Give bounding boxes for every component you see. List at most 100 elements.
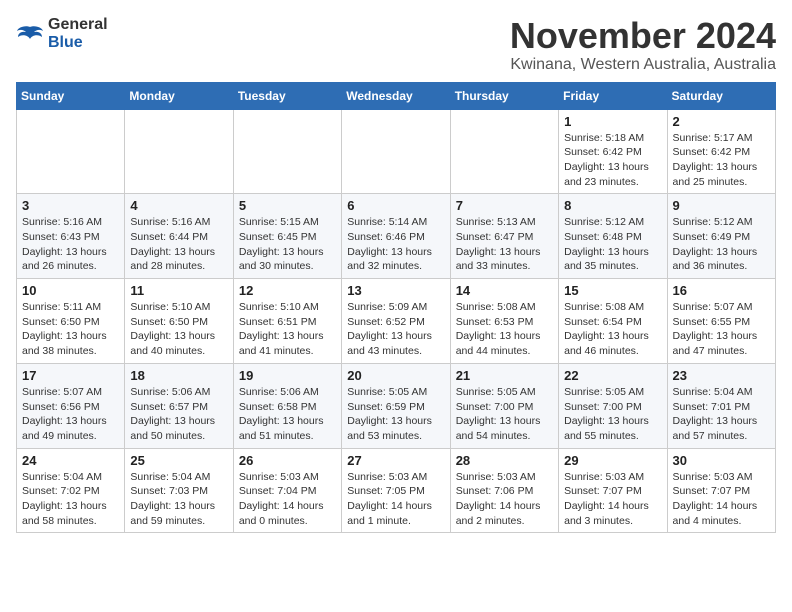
day-detail: Sunrise: 5:05 AM Sunset: 7:00 PM Dayligh… (456, 385, 553, 444)
day-detail: Sunrise: 5:08 AM Sunset: 6:53 PM Dayligh… (456, 300, 553, 359)
day-cell: 10 Sunrise: 5:11 AM Sunset: 6:50 PM Dayli… (17, 279, 125, 364)
day-cell: 5 Sunrise: 5:15 AM Sunset: 6:45 PM Daylig… (233, 194, 341, 279)
day-cell: 21 Sunrise: 5:05 AM Sunset: 7:00 PM Dayli… (450, 363, 558, 448)
day-number: 13 (347, 283, 444, 298)
day-detail: Sunrise: 5:17 AM Sunset: 6:42 PM Dayligh… (673, 131, 770, 190)
day-detail: Sunrise: 5:03 AM Sunset: 7:04 PM Dayligh… (239, 470, 336, 529)
col-header-friday: Friday (559, 82, 667, 109)
day-detail: Sunrise: 5:04 AM Sunset: 7:02 PM Dayligh… (22, 470, 119, 529)
day-detail: Sunrise: 5:06 AM Sunset: 6:57 PM Dayligh… (130, 385, 227, 444)
day-cell (125, 109, 233, 194)
day-number: 8 (564, 198, 661, 213)
week-row-2: 3 Sunrise: 5:16 AM Sunset: 6:43 PM Daylig… (17, 194, 776, 279)
week-row-1: 1 Sunrise: 5:18 AM Sunset: 6:42 PM Daylig… (17, 109, 776, 194)
day-number: 29 (564, 453, 661, 468)
day-number: 11 (130, 283, 227, 298)
day-detail: Sunrise: 5:07 AM Sunset: 6:55 PM Dayligh… (673, 300, 770, 359)
day-detail: Sunrise: 5:04 AM Sunset: 7:03 PM Dayligh… (130, 470, 227, 529)
day-cell (233, 109, 341, 194)
week-row-5: 24 Sunrise: 5:04 AM Sunset: 7:02 PM Dayli… (17, 448, 776, 533)
month-title: November 2024 (510, 16, 776, 56)
header-row: SundayMondayTuesdayWednesdayThursdayFrid… (17, 82, 776, 109)
day-cell: 4Sunrise: 5:16 AM Sunset: 6:44 PM Daylig… (125, 194, 233, 279)
day-detail: Sunrise: 5:16 AM Sunset: 6:43 PM Dayligh… (22, 215, 119, 274)
day-number: 3 (22, 198, 119, 213)
day-number: 5 (239, 198, 336, 213)
day-cell: 24 Sunrise: 5:04 AM Sunset: 7:02 PM Dayli… (17, 448, 125, 533)
day-number: 17 (22, 368, 119, 383)
title-area: November 2024 Kwinana, Western Australia… (510, 16, 776, 74)
day-number: 20 (347, 368, 444, 383)
day-cell: 7Sunrise: 5:13 AM Sunset: 6:47 PM Daylig… (450, 194, 558, 279)
day-detail: Sunrise: 5:12 AM Sunset: 6:49 PM Dayligh… (673, 215, 770, 274)
day-number: 27 (347, 453, 444, 468)
day-cell: 15Sunrise: 5:08 AM Sunset: 6:54 PM Dayli… (559, 279, 667, 364)
day-number: 25 (130, 453, 227, 468)
day-detail: Sunrise: 5:08 AM Sunset: 6:54 PM Dayligh… (564, 300, 661, 359)
day-detail: Sunrise: 5:05 AM Sunset: 7:00 PM Dayligh… (564, 385, 661, 444)
col-header-saturday: Saturday (667, 82, 775, 109)
day-number: 30 (673, 453, 770, 468)
day-number: 1 (564, 114, 661, 129)
day-number: 26 (239, 453, 336, 468)
day-detail: Sunrise: 5:03 AM Sunset: 7:07 PM Dayligh… (673, 470, 770, 529)
location-title: Kwinana, Western Australia, Australia (510, 56, 776, 74)
day-cell: 22 Sunrise: 5:05 AM Sunset: 7:00 PM Dayli… (559, 363, 667, 448)
day-detail: Sunrise: 5:03 AM Sunset: 7:07 PM Dayligh… (564, 470, 661, 529)
day-detail: Sunrise: 5:15 AM Sunset: 6:45 PM Dayligh… (239, 215, 336, 274)
day-detail: Sunrise: 5:09 AM Sunset: 6:52 PM Dayligh… (347, 300, 444, 359)
col-header-monday: Monday (125, 82, 233, 109)
day-cell (342, 109, 450, 194)
day-cell: 13 Sunrise: 5:09 AM Sunset: 6:52 PM Dayli… (342, 279, 450, 364)
day-detail: Sunrise: 5:03 AM Sunset: 7:06 PM Dayligh… (456, 470, 553, 529)
day-number: 2 (673, 114, 770, 129)
day-detail: Sunrise: 5:12 AM Sunset: 6:48 PM Dayligh… (564, 215, 661, 274)
day-detail: Sunrise: 5:14 AM Sunset: 6:46 PM Dayligh… (347, 215, 444, 274)
day-cell: 16 Sunrise: 5:07 AM Sunset: 6:55 PM Dayli… (667, 279, 775, 364)
week-row-4: 17 Sunrise: 5:07 AM Sunset: 6:56 PM Dayli… (17, 363, 776, 448)
day-detail: Sunrise: 5:06 AM Sunset: 6:58 PM Dayligh… (239, 385, 336, 444)
day-number: 12 (239, 283, 336, 298)
day-cell: 1 Sunrise: 5:18 AM Sunset: 6:42 PM Daylig… (559, 109, 667, 194)
day-cell: 27Sunrise: 5:03 AM Sunset: 7:05 PM Dayli… (342, 448, 450, 533)
day-number: 21 (456, 368, 553, 383)
day-detail: Sunrise: 5:07 AM Sunset: 6:56 PM Dayligh… (22, 385, 119, 444)
day-detail: Sunrise: 5:16 AM Sunset: 6:44 PM Dayligh… (130, 215, 227, 274)
day-number: 16 (673, 283, 770, 298)
day-number: 23 (673, 368, 770, 383)
calendar-table: SundayMondayTuesdayWednesdayThursdayFrid… (16, 82, 776, 534)
day-detail: Sunrise: 5:10 AM Sunset: 6:50 PM Dayligh… (130, 300, 227, 359)
logo: General Blue (16, 16, 108, 52)
col-header-thursday: Thursday (450, 82, 558, 109)
col-header-tuesday: Tuesday (233, 82, 341, 109)
day-detail: Sunrise: 5:18 AM Sunset: 6:42 PM Dayligh… (564, 131, 661, 190)
day-number: 9 (673, 198, 770, 213)
day-number: 10 (22, 283, 119, 298)
day-cell: 20 Sunrise: 5:05 AM Sunset: 6:59 PM Dayli… (342, 363, 450, 448)
col-header-wednesday: Wednesday (342, 82, 450, 109)
day-detail: Sunrise: 5:13 AM Sunset: 6:47 PM Dayligh… (456, 215, 553, 274)
day-cell: 2 Sunrise: 5:17 AM Sunset: 6:42 PM Daylig… (667, 109, 775, 194)
logo-icon (16, 23, 44, 45)
day-cell: 19Sunrise: 5:06 AM Sunset: 6:58 PM Dayli… (233, 363, 341, 448)
day-cell: 18 Sunrise: 5:06 AM Sunset: 6:57 PM Dayli… (125, 363, 233, 448)
day-detail: Sunrise: 5:11 AM Sunset: 6:50 PM Dayligh… (22, 300, 119, 359)
day-cell: 3 Sunrise: 5:16 AM Sunset: 6:43 PM Daylig… (17, 194, 125, 279)
day-cell: 28 Sunrise: 5:03 AM Sunset: 7:06 PM Dayli… (450, 448, 558, 533)
col-header-sunday: Sunday (17, 82, 125, 109)
day-detail: Sunrise: 5:04 AM Sunset: 7:01 PM Dayligh… (673, 385, 770, 444)
logo-general: General (48, 16, 108, 33)
day-cell (17, 109, 125, 194)
day-detail: Sunrise: 5:05 AM Sunset: 6:59 PM Dayligh… (347, 385, 444, 444)
day-number: 24 (22, 453, 119, 468)
day-number: 18 (130, 368, 227, 383)
day-number: 6 (347, 198, 444, 213)
day-number: 28 (456, 453, 553, 468)
page-header: General Blue November 2024 Kwinana, West… (16, 16, 776, 74)
day-cell: 23 Sunrise: 5:04 AM Sunset: 7:01 PM Dayli… (667, 363, 775, 448)
day-number: 22 (564, 368, 661, 383)
day-cell: 6 Sunrise: 5:14 AM Sunset: 6:46 PM Daylig… (342, 194, 450, 279)
day-cell: 17 Sunrise: 5:07 AM Sunset: 6:56 PM Dayli… (17, 363, 125, 448)
day-cell: 9 Sunrise: 5:12 AM Sunset: 6:49 PM Daylig… (667, 194, 775, 279)
day-cell: 14Sunrise: 5:08 AM Sunset: 6:53 PM Dayli… (450, 279, 558, 364)
